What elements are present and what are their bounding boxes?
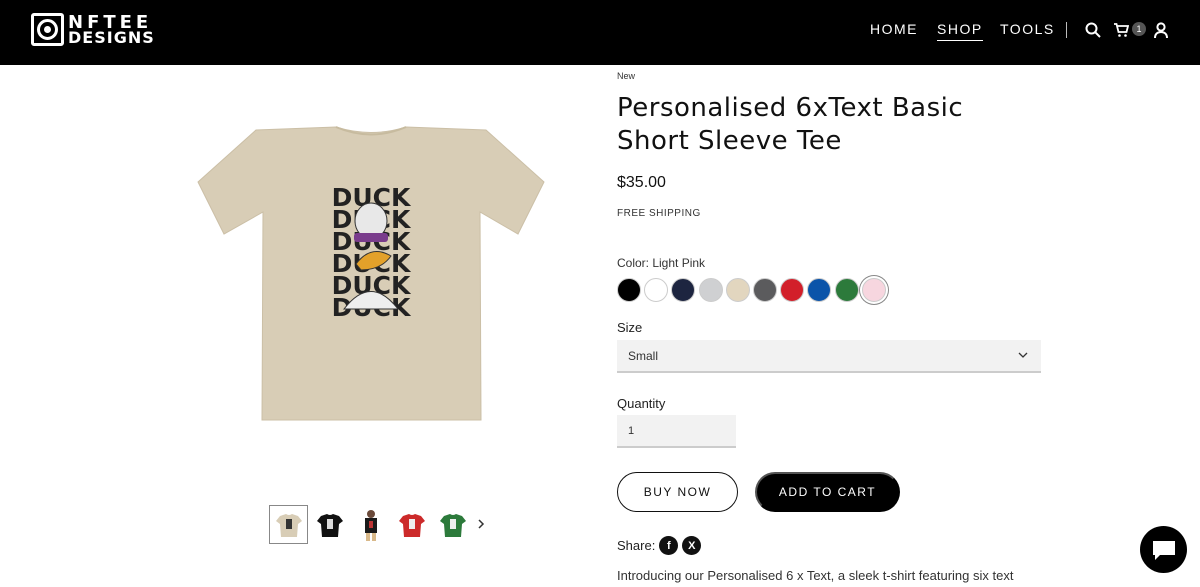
shipping-note: FREE SHIPPING [617, 208, 701, 219]
thumbnail-1[interactable] [269, 505, 308, 544]
color-swatch-irish-green[interactable] [834, 278, 859, 302]
x-twitter-icon[interactable]: X [682, 536, 702, 555]
product-title: Personalised 6xText Basic Short Sleeve T… [617, 93, 964, 156]
color-swatch-navy[interactable] [671, 278, 696, 302]
search-icon[interactable] [1085, 22, 1101, 38]
product-main-image[interactable]: DUCK DUCK DUCK DUCK DUCK DUCK [196, 124, 546, 424]
color-swatch-royal[interactable] [807, 278, 832, 302]
color-swatch-light-pink[interactable] [861, 278, 886, 302]
color-swatch-charcoal[interactable] [752, 278, 777, 302]
chat-icon [1152, 540, 1175, 560]
quantity-input[interactable]: 1 [617, 415, 736, 448]
share-label: Share: [617, 538, 656, 553]
size-select[interactable]: Small [617, 340, 1041, 373]
cart-count-badge: 1 [1132, 22, 1146, 36]
size-label: Size [617, 320, 643, 335]
chevron-down-icon [1018, 352, 1028, 358]
quantity-label: Quantity [617, 396, 666, 411]
add-to-cart-button[interactable]: ADD TO CART [755, 472, 900, 512]
product-description: Introducing our Personalised 6 x Text, a… [617, 568, 1014, 583]
quantity-value: 1 [628, 425, 635, 437]
thumbnail-2[interactable] [310, 505, 349, 544]
site-header: NFTEE DESIGNS HOME SHOP TOOLS 1 [0, 0, 1200, 65]
color-swatches [617, 278, 889, 302]
chat-button[interactable] [1140, 526, 1187, 573]
share-row: Share: f X [617, 536, 702, 555]
facebook-icon[interactable]: f [659, 536, 679, 555]
color-swatch-red[interactable] [780, 278, 805, 302]
color-swatch-black[interactable] [617, 278, 641, 302]
color-label: Color: Light Pink [617, 256, 706, 270]
buy-now-button[interactable]: BUY NOW [617, 472, 738, 512]
new-badge: New [617, 71, 636, 81]
color-swatch-sand[interactable] [725, 278, 750, 302]
thumbnail-5[interactable] [433, 505, 472, 544]
logo-mark [31, 13, 64, 46]
chevron-right-icon[interactable] [475, 516, 487, 532]
user-icon[interactable] [1153, 22, 1169, 38]
nav-home[interactable]: HOME [870, 21, 918, 37]
thumbnail-3[interactable] [351, 505, 390, 544]
nav-shop[interactable]: SHOP [937, 21, 983, 41]
color-swatch-white[interactable] [644, 278, 669, 302]
size-value: Small [628, 349, 659, 363]
thumbnail-4[interactable] [392, 505, 431, 544]
color-swatch-sport-grey[interactable] [698, 278, 723, 302]
nav-divider [1066, 22, 1067, 38]
cart-icon[interactable] [1113, 22, 1129, 38]
logo-text: NFTEE DESIGNS [68, 11, 155, 47]
nav-tools[interactable]: TOOLS [1000, 21, 1055, 37]
product-price: $35.00 [617, 174, 666, 191]
thumbnail-strip [269, 505, 474, 544]
brand-logo[interactable]: NFTEE DESIGNS [31, 13, 155, 46]
